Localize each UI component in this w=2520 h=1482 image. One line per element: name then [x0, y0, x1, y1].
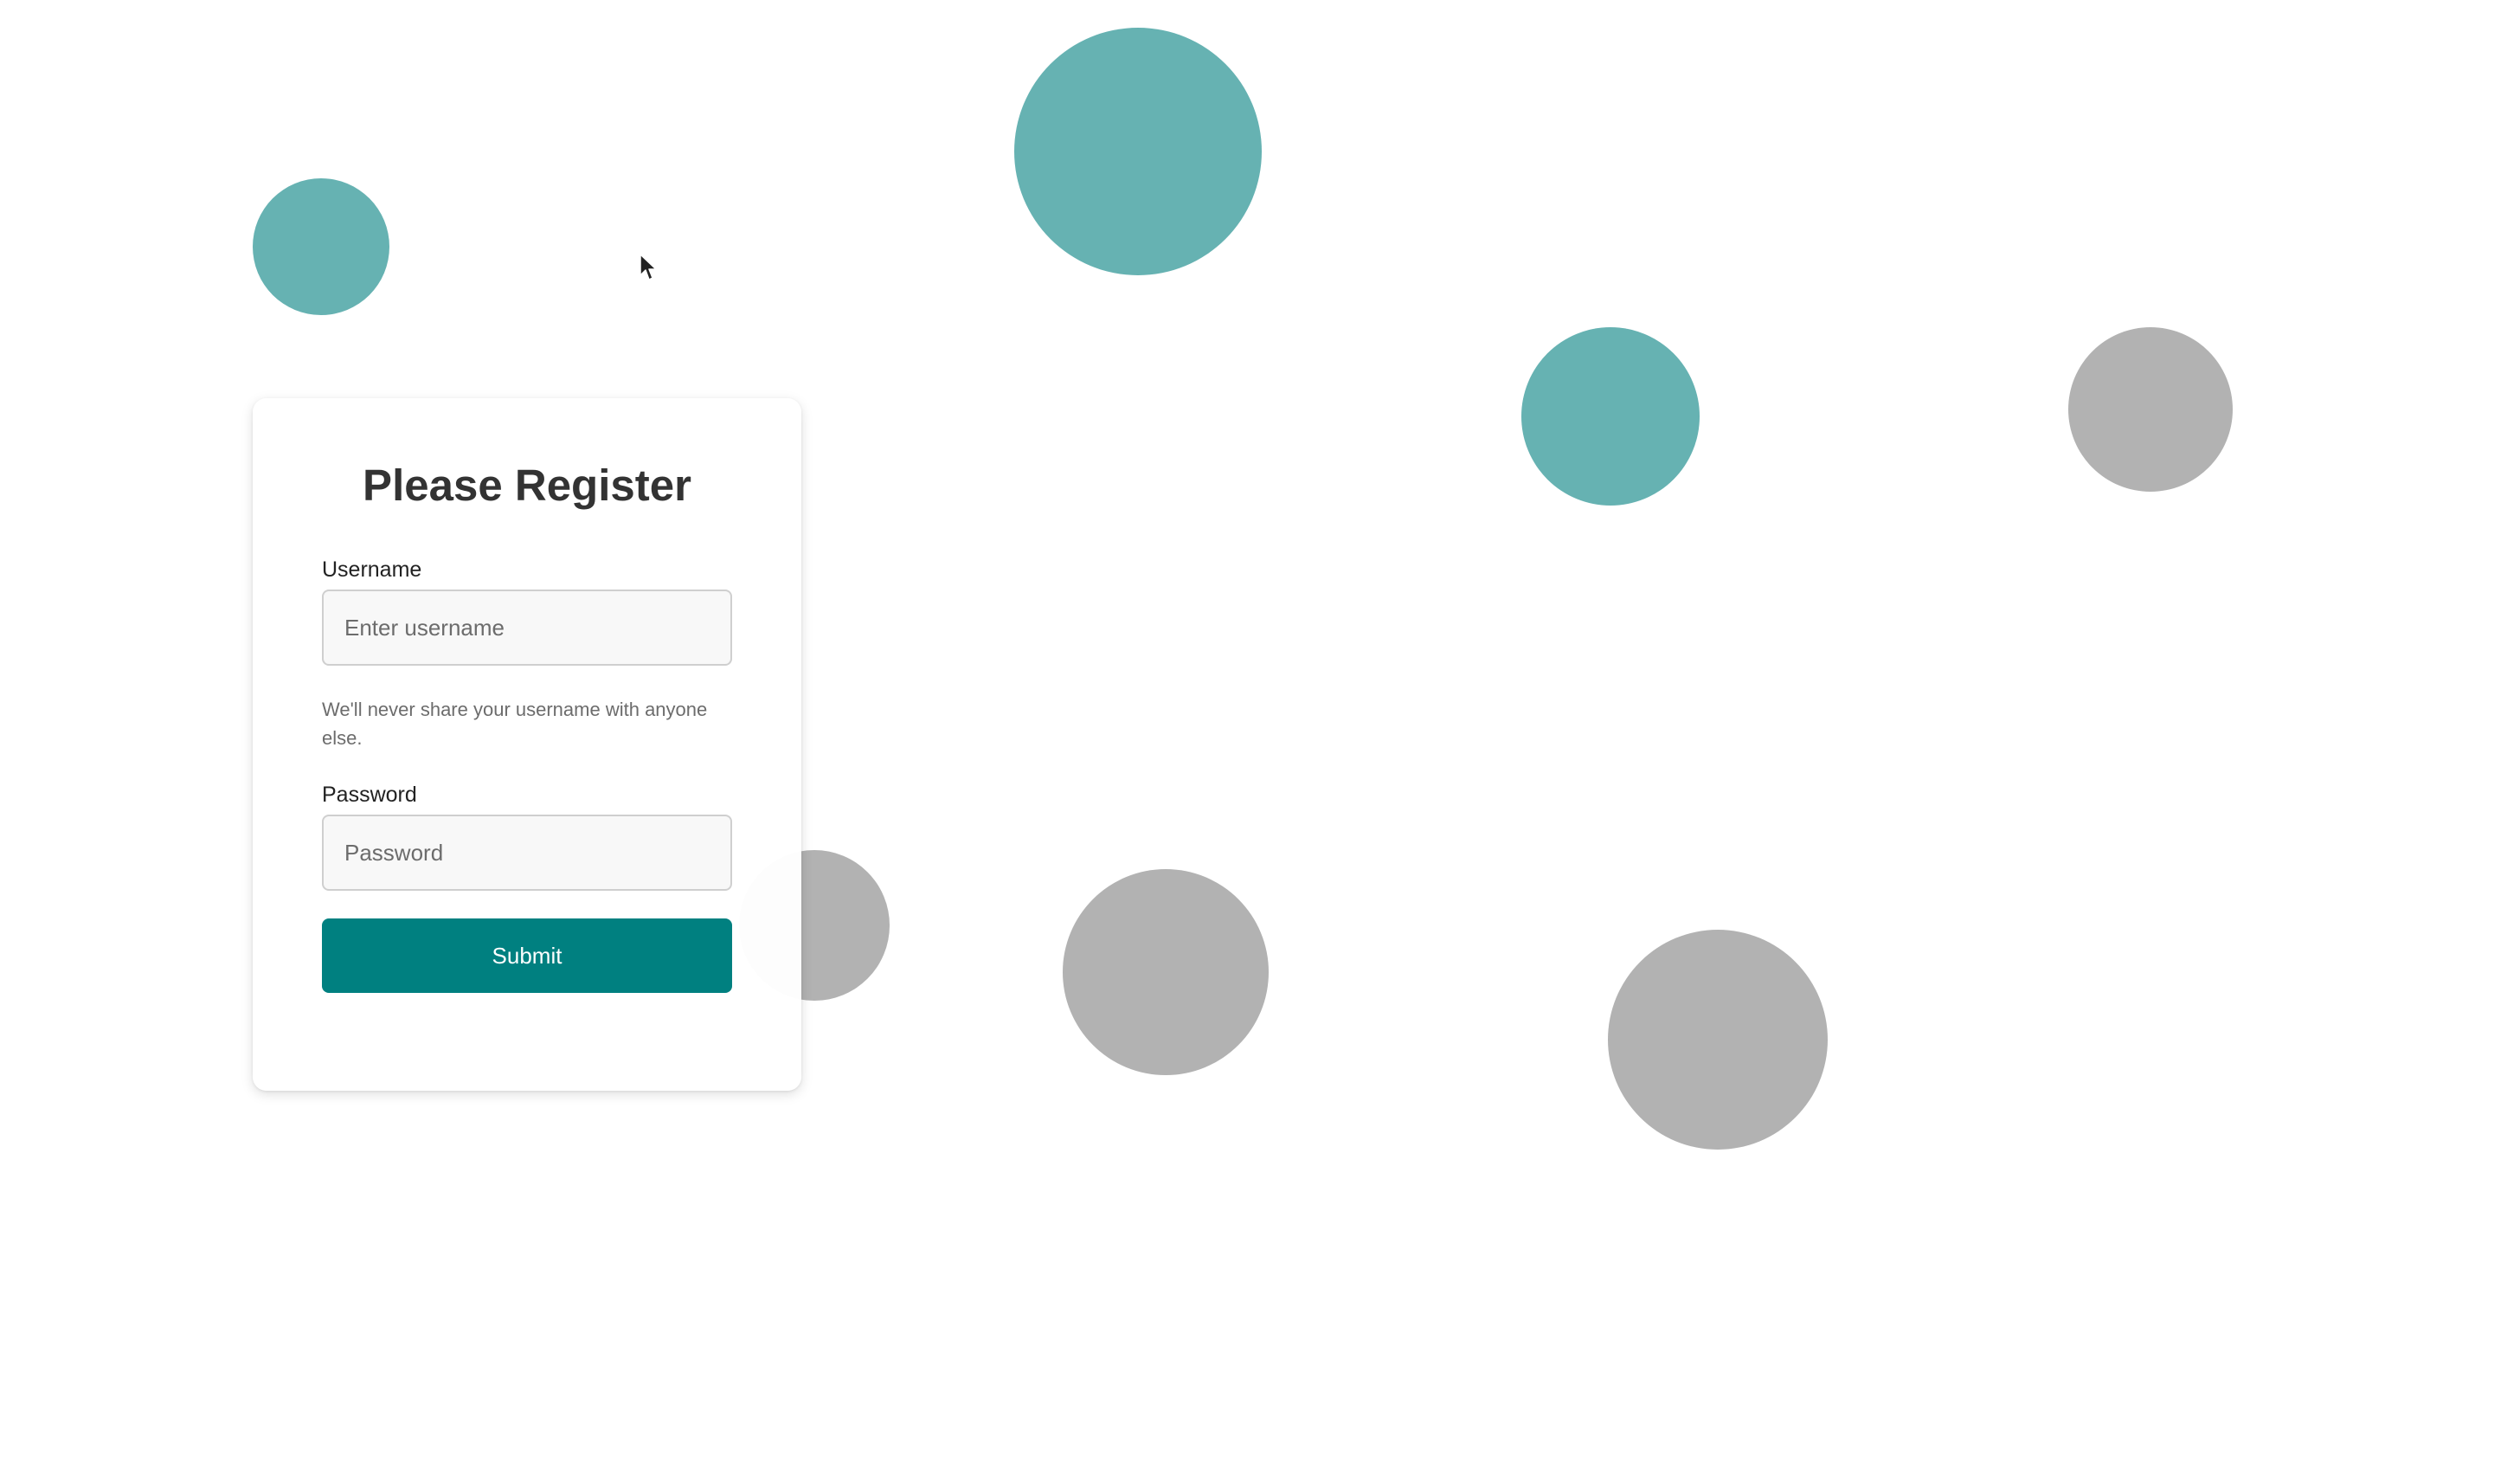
registration-form: Please Register Username We'll never sha…	[253, 398, 801, 1091]
decorative-circle	[1608, 930, 1828, 1150]
username-help-text: We'll never share your username with any…	[322, 699, 708, 750]
username-label: Username	[322, 557, 422, 583]
decorative-circle	[2068, 327, 2233, 492]
password-input[interactable]	[322, 815, 732, 892]
mouse-pointer-icon	[640, 254, 657, 280]
submit-button[interactable]: Submit	[322, 918, 732, 994]
page-background: Please Register Username We'll never sha…	[0, 0, 2520, 1482]
decorative-circle	[1521, 327, 1700, 506]
username-input[interactable]	[322, 590, 732, 667]
decorative-circle	[253, 178, 389, 315]
decorative-circle	[1014, 28, 1262, 275]
decorative-circle	[1063, 869, 1269, 1075]
form-title: Please Register	[363, 461, 691, 510]
password-label: Password	[322, 783, 417, 808]
